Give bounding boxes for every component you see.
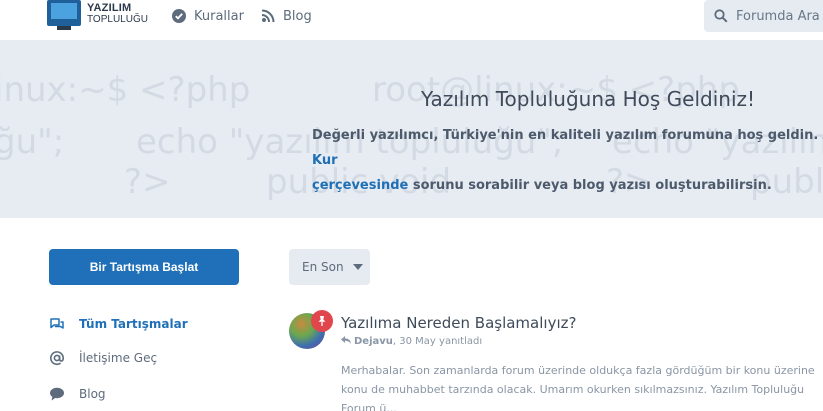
sidebar-item-label: Blog [79,387,106,401]
sort-dropdown[interactable]: En Son [289,249,370,285]
check-circle-icon [172,9,186,23]
logo-line1: YAZILIM [87,2,132,14]
sidebar-item-label: Tüm Tartışmalar [79,317,188,331]
bg-code-text: ğu"; [0,122,65,162]
header: YAZILIM TOPLULUĞU Kurallar Blog Forumda … [0,0,823,40]
nav-rules[interactable]: Kurallar [172,6,244,26]
at-icon [49,350,65,366]
nav-rules-label: Kurallar [194,8,244,24]
rules-link-cont[interactable]: çerçevesinde [312,178,408,193]
search-input[interactable]: Forumda Ara [704,0,823,32]
discussion-time: , 30 May yanıtladı [392,336,483,347]
sidebar-item-blog[interactable]: Blog [49,384,106,404]
discussion-meta: Dejavu, 30 May yanıtladı [341,336,482,347]
reply-icon [341,336,351,347]
bg-code-text: ?> [124,162,171,202]
search-icon [714,9,728,23]
hero-title: Yazılım Topluluğuna Hoş Geldiniz! [421,87,756,111]
discussion-title[interactable]: Yazılıma Nereden Başlamalıyız? [341,314,576,332]
logo-line2: TOPLULUĞU [87,14,148,25]
rules-link[interactable]: Kur [312,153,338,168]
pin-icon [311,310,333,332]
sidebar-item-contact[interactable]: İletişime Geç [49,348,157,368]
sort-label: En Son [302,260,344,274]
sidebar-item-label: İletişime Geç [79,351,158,365]
monitor-icon [47,0,81,26]
nav-blog[interactable]: Blog [261,6,312,26]
rss-icon [261,9,275,23]
welcome-hero: inux:~$ <?php root@linux:~$ <?php ğu"; e… [0,40,823,218]
discussion-excerpt: Merhabalar. Son zamanlarda forum üzerind… [341,364,815,411]
comment-icon [49,386,65,402]
caret-down-icon [352,264,363,270]
start-discussion-button[interactable]: Bir Tartışma Başlat [49,249,239,285]
hero-description: Değerli yazılımcı, Türkiye'nin en kalite… [312,128,819,193]
discussion-author[interactable]: Dejavu [354,336,393,347]
site-logo[interactable]: YAZILIM TOPLULUĞU [47,0,148,32]
comments-icon [49,316,65,332]
sidebar-item-all-discussions[interactable]: Tüm Tartışmalar [49,314,188,334]
bg-code-text: inux:~$ <?php [0,70,251,110]
nav-blog-label: Blog [283,8,312,24]
search-placeholder: Forumda Ara [736,8,820,24]
